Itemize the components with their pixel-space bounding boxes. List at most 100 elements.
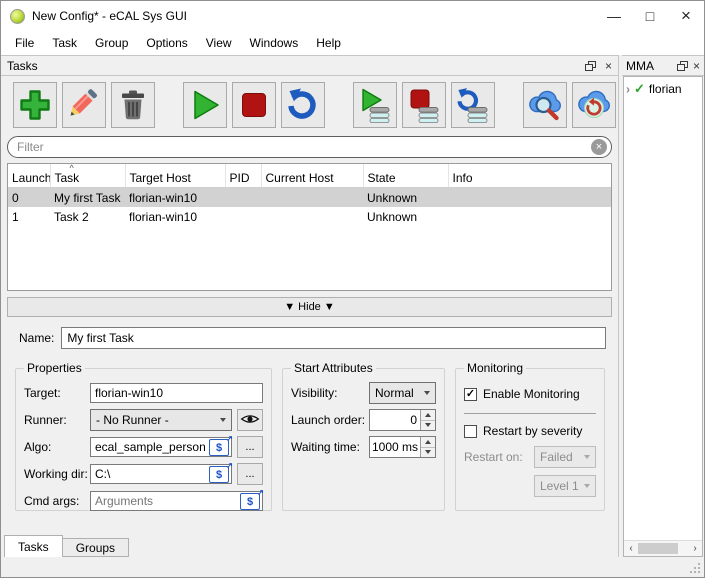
cell[interactable]: 0 [8,187,50,207]
waiting-time-stepper[interactable]: 1000 ms [369,436,436,458]
cell[interactable] [448,207,611,226]
menu-item-options[interactable]: Options [137,33,196,53]
insert-variable-icon[interactable]: $ ↗ [240,488,264,510]
main-area: Tasks × Filter × Launch Task ^ Target Ho… [1,55,704,557]
spin-down-icon[interactable] [421,447,435,457]
scroll-right-icon[interactable]: › [688,541,702,556]
runner-combobox[interactable]: - No Runner - [90,409,232,431]
cell[interactable]: My first Task [50,187,125,207]
target-label: Target: [24,386,61,400]
expand-icon[interactable]: › [626,81,630,96]
menu-item-file[interactable]: File [6,33,43,53]
menu-item-windows[interactable]: Windows [241,33,308,53]
spin-up-icon[interactable] [421,410,435,421]
browse-algo-button[interactable]: ... [237,436,263,458]
cell[interactable]: florian-win10 [125,207,225,226]
tab-groups[interactable]: Groups [62,538,130,557]
enable-monitoring-checkbox[interactable]: ✓ [464,387,477,401]
column-header-task[interactable]: Task ^ [50,164,126,188]
launch-order-stepper[interactable]: 0 [369,409,436,431]
hide-details-button[interactable]: ▼ Hide ▼ [7,297,612,317]
scroll-left-icon[interactable]: ‹ [624,541,638,556]
start-tasks-button[interactable] [183,82,227,128]
show-runner-button[interactable] [237,409,263,431]
restart-tasks-button[interactable] [281,82,325,128]
monitoring-group: Monitoring ✓ Enable Monitoring Restart b… [455,361,605,511]
maximize-button[interactable]: □ [632,1,668,31]
task-details-panel: Name: Properties Target: Runner: [1,317,618,535]
float-dock-icon[interactable] [676,60,688,71]
close-dock-icon[interactable]: × [693,60,700,72]
horizontal-scrollbar[interactable]: ‹ › [624,540,702,556]
name-input[interactable] [61,327,606,349]
column-header-info[interactable]: Info [448,164,611,188]
cell[interactable] [225,187,261,207]
close-button[interactable]: × [668,1,704,31]
clear-filter-icon[interactable]: × [591,139,607,155]
menu-item-view[interactable]: View [197,33,241,53]
cell[interactable] [261,207,363,226]
eye-icon [240,412,260,429]
browse-workdir-button[interactable]: ... [237,463,263,485]
column-header-pid[interactable]: PID [225,164,262,188]
stop-tasks-button[interactable] [232,82,276,128]
cell[interactable]: 1 [8,207,50,226]
play-icon [187,87,223,123]
cell[interactable]: Unknown [363,207,448,226]
restart-selected-tasks-button[interactable] [451,82,495,128]
cell[interactable]: Task 2 [50,207,125,226]
tab-tasks[interactable]: Tasks [4,535,63,557]
minimize-button[interactable]: — [596,1,632,31]
name-label: Name: [19,331,55,345]
cell[interactable]: Unknown [363,187,448,207]
cell[interactable] [225,207,261,226]
float-dock-icon[interactable] [584,60,596,71]
cell[interactable] [448,187,611,207]
resize-grip[interactable] [689,562,701,574]
visibility-combobox[interactable]: Normal [369,382,436,404]
chevron-down-icon [424,391,430,395]
cmdargs-input[interactable] [90,491,263,511]
edit-task-button[interactable] [62,82,106,128]
stop-selected-tasks-button[interactable] [402,82,446,128]
stop-icon [236,87,272,123]
insert-variable-icon[interactable]: $ ↗ [209,434,233,456]
task-table: Launch Task ^ Target Host PID Current Host Sta… [7,163,612,291]
properties-title: Properties [27,361,82,375]
cloud-search-icon [527,87,563,123]
tree-item-florian[interactable]: › ✓ florian [626,80,700,98]
stop-stack-icon [406,87,442,123]
restart-by-severity-checkbox[interactable] [464,424,477,438]
add-task-button[interactable] [13,82,57,128]
chevron-down-icon [584,484,590,488]
task-table-header-row: Launch Task ^ Target Host PID Current Host Sta… [8,164,611,188]
table-row[interactable]: 1 Task 2 florian-win10 Unknown [8,207,611,226]
monitor-tasks-button[interactable] [523,82,567,128]
window-title: New Config* - eCAL Sys GUI [32,9,187,23]
enable-monitoring-label: Enable Monitoring [483,387,580,401]
menu-item-group[interactable]: Group [86,33,137,53]
delete-task-button[interactable] [111,82,155,128]
insert-variable-icon[interactable]: $ ↗ [209,461,233,483]
close-dock-icon[interactable]: × [605,60,612,72]
table-row[interactable]: 0 My first Task florian-win10 Unknown [8,187,611,207]
column-header-launch[interactable]: Launch [8,164,51,188]
monitoring-title: Monitoring [467,361,524,375]
title-bar[interactable]: New Config* - eCAL Sys GUI — □ × [1,1,704,31]
cell[interactable]: florian-win10 [125,187,225,207]
start-selected-tasks-button[interactable] [353,82,397,128]
column-header-current-host[interactable]: Current Host [261,164,364,188]
target-input[interactable] [90,383,263,403]
scrollbar-thumb[interactable] [638,543,678,554]
menu-item-help[interactable]: Help [307,33,350,53]
spin-up-icon[interactable] [421,437,435,448]
menu-item-task[interactable]: Task [43,33,86,53]
cell[interactable] [261,187,363,207]
column-header-state[interactable]: State [363,164,449,188]
visibility-label: Visibility: [291,386,338,400]
workdir-label: Working dir: [24,467,88,481]
column-header-target-host[interactable]: Target Host [125,164,226,188]
spin-down-icon[interactable] [421,420,435,430]
filter-input[interactable] [7,136,612,158]
update-from-cloud-button[interactable] [572,82,616,128]
